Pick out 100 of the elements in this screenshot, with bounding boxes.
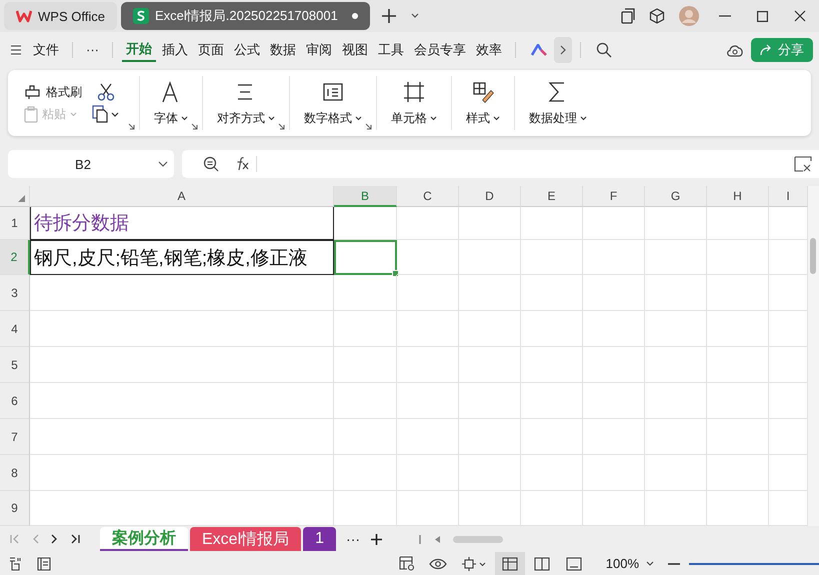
dialog-launcher-icon[interactable] [191,123,198,130]
row-header[interactable]: 1 [0,207,30,240]
ribbon-icon [402,80,426,104]
ribbon-button[interactable]: 对齐方式 [215,80,277,126]
scissors-icon[interactable] [97,83,115,101]
ai-logo-icon[interactable] [531,44,547,56]
horizontal-scrollbar[interactable] [453,536,504,542]
table-cell [397,311,459,347]
formula-field[interactable] [182,150,819,178]
menu-tab[interactable]: 插入 [158,37,192,63]
menu-tab[interactable]: 视图 [338,37,372,63]
row-header[interactable]: 9 [0,491,30,526]
menu-tab[interactable]: 页面 [194,37,228,63]
row-header[interactable]: 6 [0,383,30,419]
scroll-right-button[interactable] [554,37,572,63]
row-header[interactable]: 5 [0,347,30,383]
zoom-icon[interactable] [203,156,219,172]
column-header[interactable]: E [521,186,583,207]
ribbon-icon [471,80,495,104]
chevron-down-icon[interactable] [410,13,419,19]
list-icon[interactable] [37,556,51,570]
row-header[interactable]: 4 [0,311,30,347]
row-header[interactable]: 7 [0,419,30,455]
add-sheet-icon[interactable] [371,534,382,544]
sheet-tab[interactable]: 1 [303,527,336,551]
ribbon-button[interactable]: 数据处理 [527,80,589,126]
active-cell[interactable] [334,240,397,275]
search-icon[interactable] [596,42,612,58]
ribbon-button[interactable]: 字体 [152,80,190,126]
dialog-launcher-icon[interactable] [365,123,372,130]
zoom-level[interactable]: 100% [606,556,639,571]
document-tab[interactable]: Excel情报局.202502251708001 [120,2,370,30]
table-cell [397,347,459,383]
name-box[interactable]: B2 [8,150,174,178]
last-sheet-icon[interactable] [70,534,80,544]
vertical-scrollbar[interactable] [808,186,819,526]
menu-icon[interactable] [11,45,21,55]
focus-icon[interactable] [460,556,487,570]
view-button[interactable] [494,552,525,575]
menu-tab[interactable]: 开始 [122,38,156,62]
column-header[interactable]: A [30,186,334,207]
column-header[interactable]: I [769,186,808,207]
table-cell [397,455,459,491]
column-header[interactable]: B [334,186,397,207]
cube-icon[interactable] [649,8,665,24]
menu-tab[interactable]: 效率 [472,37,506,63]
next-sheet-icon[interactable] [51,534,58,544]
app-tab[interactable]: WPS Office [4,2,117,30]
table-cell [707,347,769,383]
ribbon-button[interactable]: 单元格 [389,80,439,126]
table-cell [645,383,707,419]
row-header[interactable]: 3 [0,275,30,311]
column-header[interactable]: C [397,186,459,207]
formula-expand-icon[interactable] [794,156,812,172]
close-icon[interactable] [794,10,806,22]
menu-tab[interactable]: 数据 [266,37,300,63]
sheet-tab[interactable]: Excel情报局 [190,527,302,551]
table-cell [583,419,645,455]
ribbon-button[interactable]: 样式 [464,80,502,126]
table-cell [707,240,769,275]
split-handle-icon[interactable] [419,534,422,544]
dialog-launcher-icon[interactable] [278,123,285,130]
menu-tab[interactable]: 工具 [374,37,408,63]
chevron-down-icon[interactable] [646,561,654,566]
table-cell [645,347,707,383]
menu-tab[interactable]: 公式 [230,37,264,63]
row-header[interactable]: 2 [0,240,30,275]
table-cell [583,347,645,383]
eye-icon[interactable] [428,558,447,570]
table-cell [459,207,521,240]
copy-icon[interactable] [92,105,120,123]
more-menu[interactable]: ··· [82,37,103,63]
menu-tab[interactable]: 会员专享 [410,37,470,63]
more-sheets-button[interactable]: ··· [346,531,360,547]
macro-icon[interactable] [9,556,23,570]
window-stack-icon[interactable] [621,8,635,24]
column-header[interactable]: D [459,186,521,207]
dialog-launcher-icon[interactable] [128,123,135,130]
table-cell [334,207,397,240]
select-all-icon[interactable] [18,195,25,202]
scroll-left-icon[interactable] [435,536,440,542]
cloud-sync-icon[interactable] [726,43,744,57]
table-cell [707,275,769,311]
format-painter-button[interactable]: 格式刷 [24,84,82,100]
ribbon-button[interactable]: 数字格式 [302,80,364,126]
maximize-icon[interactable] [757,10,768,22]
view-icon [566,556,582,570]
sheet-tab[interactable]: 案例分析 [100,527,188,551]
new-tab-icon[interactable] [380,8,397,24]
table-cell [583,311,645,347]
table-settings-icon[interactable] [398,556,415,571]
column-header[interactable]: G [645,186,707,207]
file-menu[interactable]: 文件 [29,37,63,63]
table-cell [459,419,521,455]
column-header[interactable]: F [583,186,645,207]
row-header[interactable]: 8 [0,455,30,491]
minimize-icon[interactable] [719,15,731,17]
menu-tab[interactable]: 审阅 [302,37,336,63]
table-cell: 待拆分数据 [30,207,334,240]
column-header[interactable]: H [707,186,769,207]
